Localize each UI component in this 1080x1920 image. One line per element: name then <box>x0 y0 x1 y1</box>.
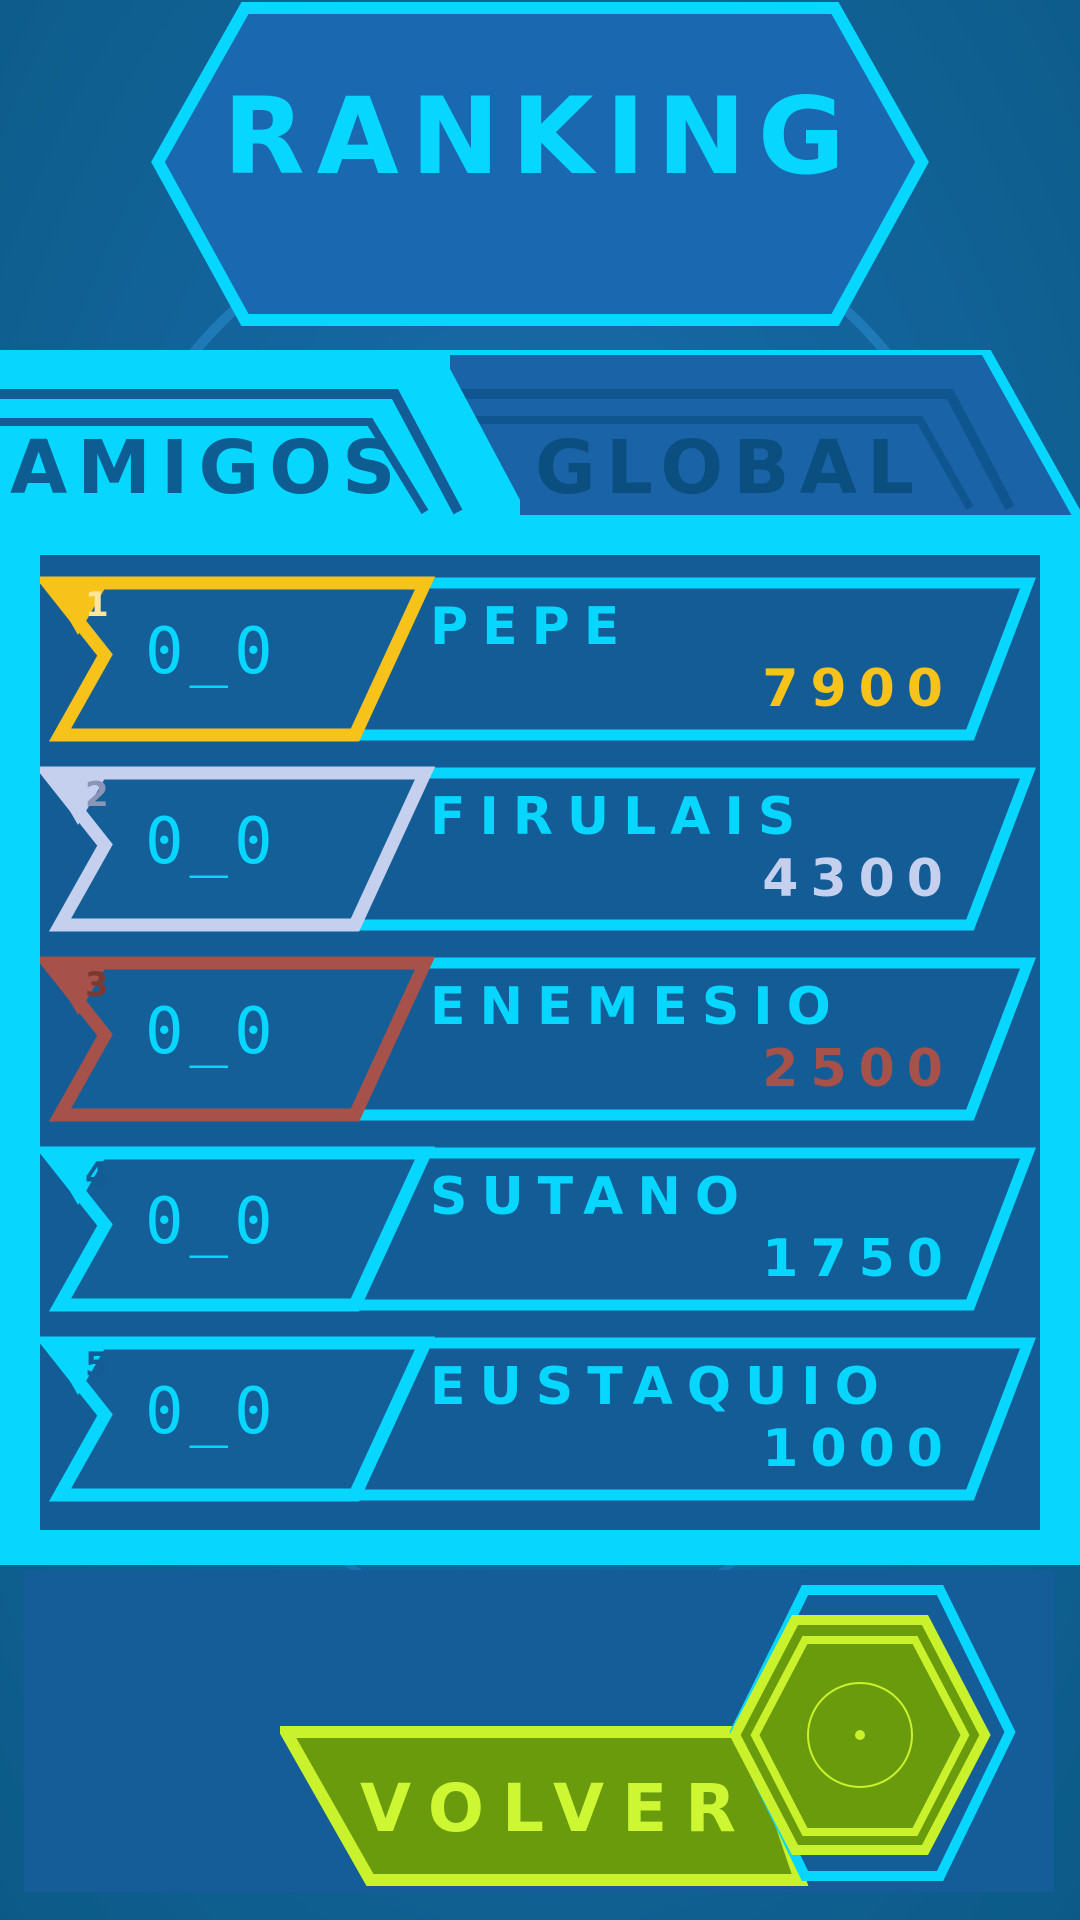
player-name: PEPE <box>430 597 634 657</box>
ranking-row[interactable]: 1 0_0 PEPE 7900 <box>40 575 1040 747</box>
page-title: RANKING <box>223 75 857 198</box>
tab-amigos-label: AMIGOS <box>10 425 406 511</box>
player-score: 1750 <box>762 1229 955 1289</box>
player-score: 4300 <box>762 849 955 909</box>
player-name: SUTANO <box>430 1167 754 1227</box>
rank-number: 2 <box>85 775 109 815</box>
volver-button[interactable] <box>280 1580 1040 1900</box>
rank-number: 5 <box>85 1345 109 1385</box>
player-score: 7900 <box>762 659 955 719</box>
avatar: 0_0 <box>145 615 279 689</box>
player-name: FIRULAIS <box>430 787 810 847</box>
hexagon-target-icon <box>725 1610 995 1860</box>
player-score: 2500 <box>762 1039 955 1099</box>
ranking-row[interactable]: 5 0_0 EUSTAQUIO 1000 <box>40 1335 1040 1507</box>
ranking-row[interactable]: 4 0_0 SUTANO 1750 <box>40 1145 1040 1317</box>
ranking-row[interactable]: 3 0_0 ENEMESIO 2500 <box>40 955 1040 1127</box>
player-name: ENEMESIO <box>430 977 845 1037</box>
rank-number: 4 <box>85 1155 109 1195</box>
rank-number: 3 <box>85 965 109 1005</box>
ranking-row[interactable]: 2 0_0 FIRULAIS 4300 <box>40 765 1040 937</box>
avatar: 0_0 <box>145 995 279 1069</box>
player-name: EUSTAQUIO <box>430 1357 893 1417</box>
volver-label: VOLVER <box>360 1770 754 1847</box>
rank-number: 1 <box>85 585 109 625</box>
avatar: 0_0 <box>145 805 279 879</box>
avatar: 0_0 <box>145 1375 279 1449</box>
player-score: 1000 <box>762 1419 955 1479</box>
avatar: 0_0 <box>145 1185 279 1259</box>
tab-global-label: GLOBAL <box>535 425 924 511</box>
